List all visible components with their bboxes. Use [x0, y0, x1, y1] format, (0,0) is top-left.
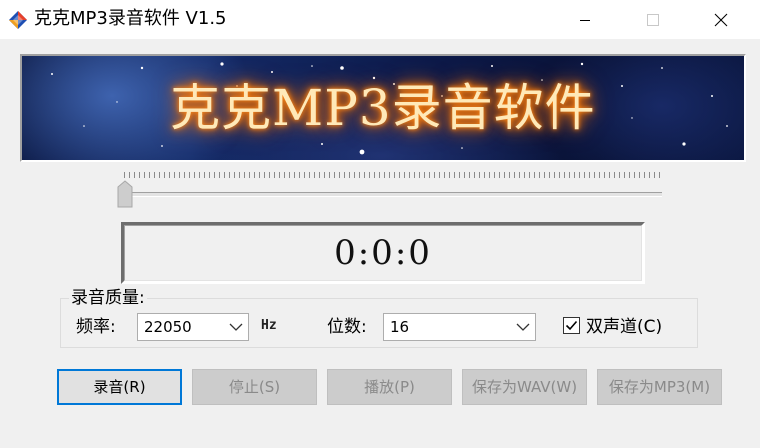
- stereo-checkbox[interactable]: [563, 317, 580, 334]
- save-mp3-button[interactable]: 保存为MP3(M): [597, 369, 722, 405]
- close-button[interactable]: [692, 0, 750, 39]
- bits-label: 位数:: [327, 317, 367, 337]
- close-icon: [714, 13, 728, 26]
- chevron-down-icon: [229, 323, 243, 331]
- play-button[interactable]: 播放(P): [327, 369, 452, 405]
- slider-track: [122, 192, 662, 197]
- timer-display: 0:0:0: [121, 222, 645, 284]
- frequency-value: 22050: [144, 318, 192, 336]
- slider-thumb[interactable]: [117, 180, 133, 208]
- banner-image: 克克MP3录音软件: [20, 54, 746, 162]
- save-wav-button[interactable]: 保存为WAV(W): [462, 369, 587, 405]
- banner-title: 克克MP3录音软件: [170, 79, 596, 137]
- checkmark-icon: [565, 320, 578, 331]
- quality-group-label: 录音质量:: [69, 287, 147, 309]
- frequency-select[interactable]: 22050: [137, 313, 249, 341]
- maximize-button: [624, 0, 682, 39]
- stereo-label[interactable]: 双声道(C): [586, 316, 662, 338]
- stop-button[interactable]: 停止(S): [192, 369, 317, 405]
- volume-slider[interactable]: [116, 172, 666, 212]
- record-button[interactable]: 录音(R): [57, 369, 182, 405]
- title-bar: 克克MP3录音软件 V1.5: [0, 0, 760, 39]
- minimize-button[interactable]: [556, 0, 614, 39]
- timer-value: 0:0:0: [334, 233, 432, 273]
- window-title: 克克MP3录音软件 V1.5: [34, 8, 227, 29]
- minimize-icon: [580, 19, 590, 21]
- bits-select[interactable]: 16: [383, 313, 536, 341]
- chevron-down-icon: [516, 323, 530, 331]
- app-icon: [9, 11, 27, 29]
- slider-ticks: [124, 172, 660, 178]
- frequency-unit: Hz: [261, 318, 277, 333]
- frequency-label: 频率:: [76, 317, 116, 337]
- bits-value: 16: [390, 318, 410, 336]
- maximize-icon: [647, 13, 659, 26]
